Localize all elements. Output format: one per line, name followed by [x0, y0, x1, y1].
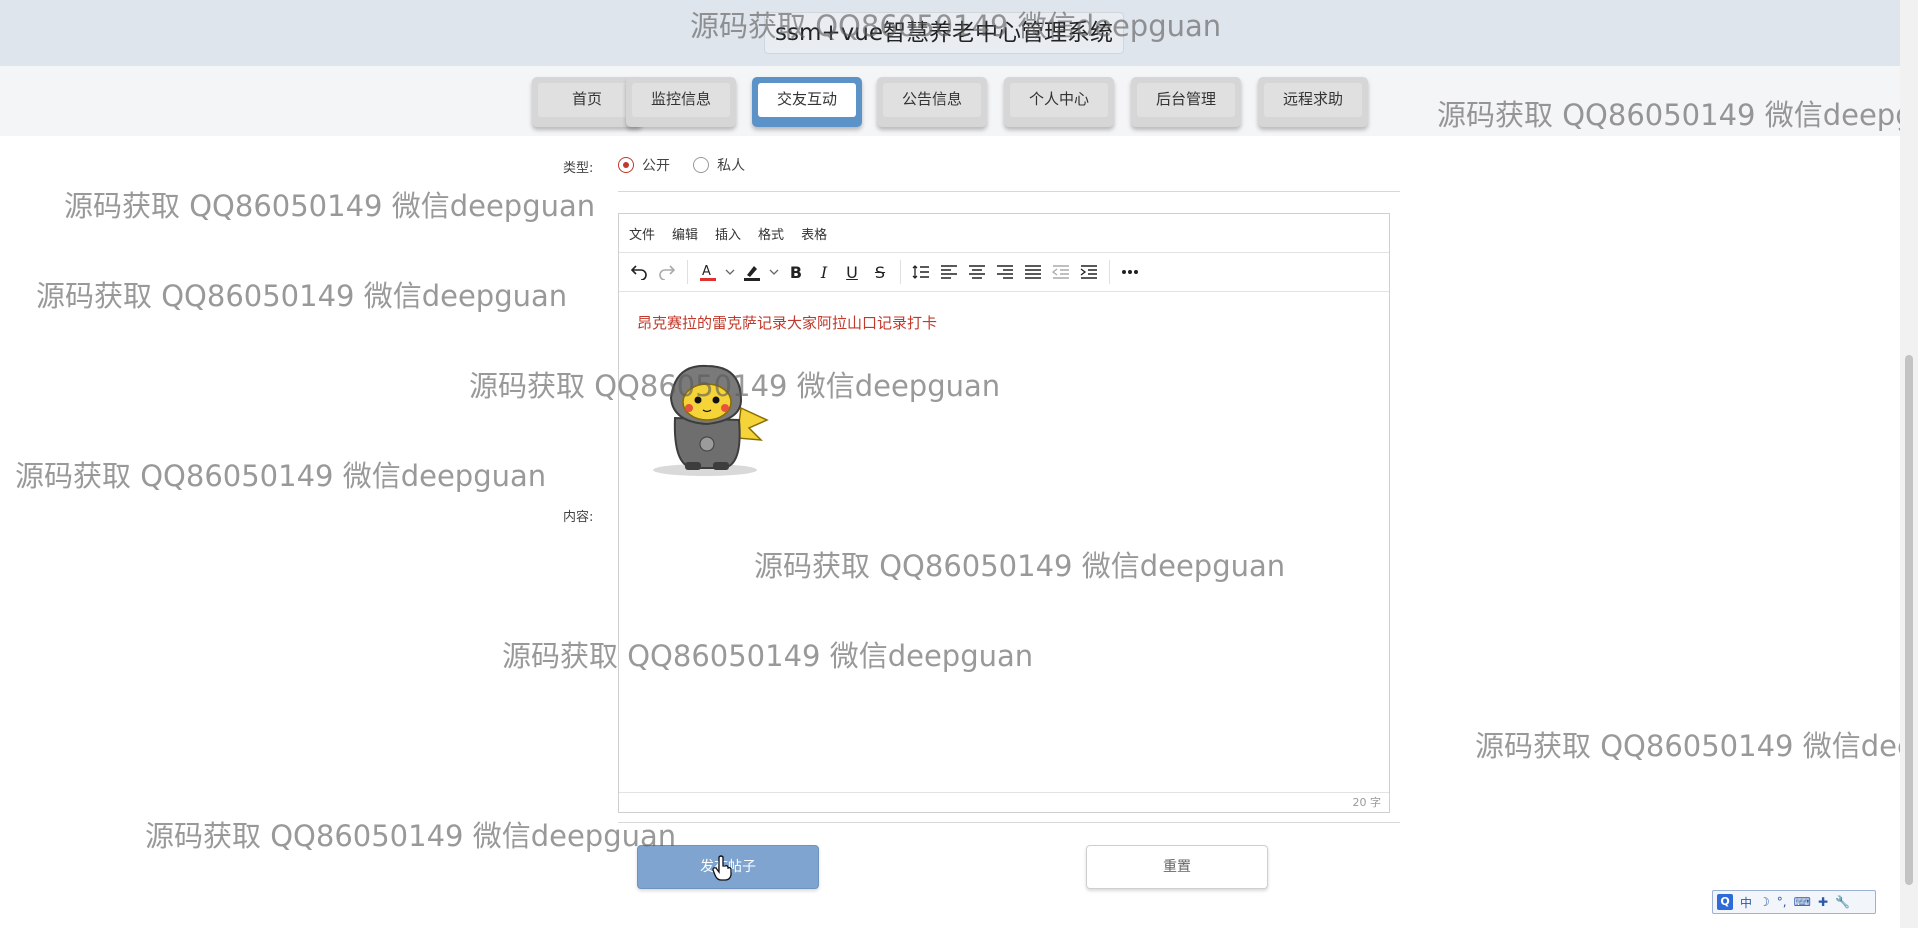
- nav-label: 首页: [538, 83, 636, 117]
- editor-toolbar: A B I U S: [619, 253, 1389, 292]
- menu-format[interactable]: 格式: [758, 224, 784, 243]
- hand-cursor-icon: [712, 855, 732, 881]
- highlight-color-icon[interactable]: [738, 258, 766, 286]
- nav-label: 个人中心: [1010, 83, 1108, 117]
- indent-icon[interactable]: [1075, 258, 1103, 286]
- reset-button[interactable]: 重置: [1086, 845, 1268, 889]
- align-justify-icon[interactable]: [1019, 258, 1047, 286]
- line-height-icon[interactable]: [907, 258, 935, 286]
- radio-public[interactable]: 公开: [618, 155, 670, 175]
- align-left-icon[interactable]: [935, 258, 963, 286]
- toolbar-separator: [1109, 260, 1110, 284]
- plus-icon[interactable]: ✚: [1818, 895, 1828, 909]
- radio-private-label: 私人: [717, 158, 746, 174]
- nav-remote-help[interactable]: 远程求助: [1258, 77, 1368, 127]
- scrollbar-thumb[interactable]: [1905, 355, 1913, 885]
- page-scrollbar[interactable]: [1900, 0, 1918, 928]
- menu-table[interactable]: 表格: [801, 224, 827, 243]
- redo-icon[interactable]: [653, 258, 681, 286]
- ime-item[interactable]: 中: [1740, 894, 1752, 911]
- undo-icon[interactable]: [625, 258, 653, 286]
- radio-public-label: 公开: [642, 158, 670, 174]
- editor-word-count: 20 字: [619, 792, 1389, 812]
- nav-label: 后台管理: [1137, 83, 1235, 117]
- site-title: ssm+vue智慧养老中心管理系统: [764, 12, 1124, 54]
- svg-text:A: A: [702, 264, 711, 279]
- radio-checked-icon: [618, 157, 634, 173]
- wrench-icon[interactable]: 🔧: [1835, 895, 1850, 909]
- nav-notice[interactable]: 公告信息: [877, 77, 987, 127]
- divider: [618, 191, 1400, 192]
- radio-private[interactable]: 私人: [693, 155, 745, 175]
- pikachu-sticker-image: [653, 364, 769, 476]
- editor-menubar: 文件 编辑 插入 格式 表格: [619, 214, 1389, 253]
- watermark: 源码获取 QQ86050149 微信deepguan: [1475, 729, 1900, 763]
- nav-label: 公告信息: [883, 83, 981, 117]
- ime-moon-icon[interactable]: ☽: [1759, 895, 1770, 909]
- align-right-icon[interactable]: [991, 258, 1019, 286]
- underline-icon[interactable]: U: [838, 258, 866, 286]
- outdent-icon[interactable]: [1047, 258, 1075, 286]
- keyboard-icon[interactable]: ⌨: [1794, 895, 1811, 909]
- watermark: 源码获取 QQ86050149 微信deepguan: [15, 459, 547, 493]
- type-label: 类型:: [563, 161, 594, 176]
- chevron-down-icon[interactable]: [722, 258, 738, 286]
- menu-insert[interactable]: 插入: [715, 224, 741, 243]
- nav-label: 监控信息: [632, 83, 730, 117]
- nav-admin[interactable]: 后台管理: [1131, 77, 1241, 127]
- nav-monitor[interactable]: 监控信息: [626, 77, 736, 127]
- more-icon[interactable]: [1116, 258, 1144, 286]
- text-color-icon[interactable]: A: [694, 258, 722, 286]
- watermark: 源码获取 QQ86050149 微信deepguan: [64, 189, 596, 223]
- type-radio-group: 公开 私人: [618, 155, 763, 177]
- content-label: 内容:: [563, 510, 594, 525]
- bold-icon[interactable]: B: [782, 258, 810, 286]
- toolbar-separator: [687, 260, 688, 284]
- nav-profile[interactable]: 个人中心: [1004, 77, 1114, 127]
- watermark: 源码获取 QQ86050149 微信deepguan: [145, 819, 677, 853]
- menu-file[interactable]: 文件: [629, 224, 655, 243]
- nav-label: 交友互动: [758, 83, 856, 117]
- align-center-icon[interactable]: [963, 258, 991, 286]
- radio-unchecked-icon: [693, 157, 710, 173]
- strikethrough-icon[interactable]: S: [866, 258, 894, 286]
- divider: [618, 822, 1400, 823]
- menu-edit[interactable]: 编辑: [672, 224, 698, 243]
- italic-icon[interactable]: I: [810, 258, 838, 286]
- rich-text-editor: 文件 编辑 插入 格式 表格 A B I U S 昂克赛拉的雷克萨记录大家阿拉山…: [618, 213, 1390, 813]
- editor-content-area[interactable]: 昂克赛拉的雷克萨记录大家阿拉山口记录打卡: [619, 292, 1389, 792]
- ime-logo-icon: Q: [1717, 894, 1733, 910]
- watermark: 源码获取 QQ86050149 微信deepguan: [36, 279, 568, 313]
- toolbar-separator: [900, 260, 901, 284]
- app-header: ssm+vue智慧养老中心管理系统: [0, 0, 1900, 67]
- ime-punct-icon[interactable]: °,: [1777, 895, 1787, 909]
- nav-social[interactable]: 交友互动: [752, 77, 862, 127]
- chevron-down-icon[interactable]: [766, 258, 782, 286]
- nav-label: 远程求助: [1264, 83, 1362, 117]
- editor-content-text: 昂克赛拉的雷克萨记录大家阿拉山口记录打卡: [637, 314, 938, 332]
- ime-toolbar[interactable]: Q 中 ☽ °, ⌨ ✚ 🔧: [1712, 890, 1876, 914]
